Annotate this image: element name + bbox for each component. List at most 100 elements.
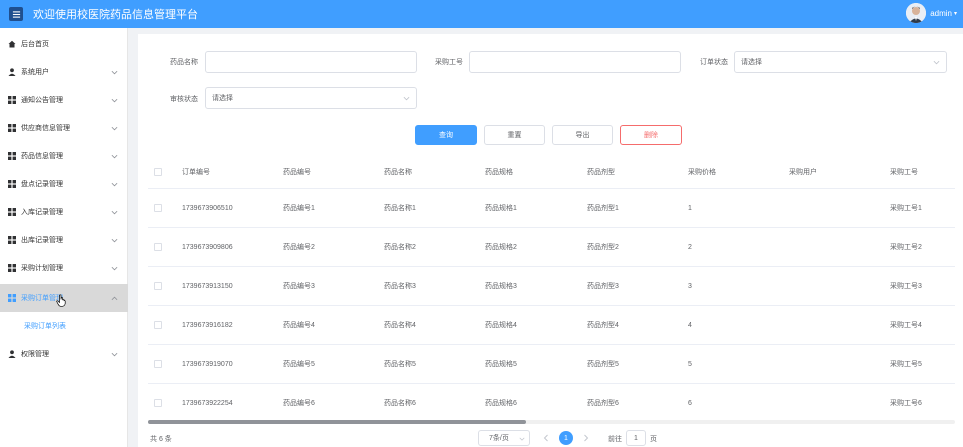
table-row[interactable]: 1739673916182 药品编号4 药品名称4 药品规格4 药品剂型4 4 … [148, 306, 955, 345]
table-row[interactable]: 1739673913150 药品编号3 药品名称3 药品规格3 药品剂型3 3 … [148, 267, 955, 306]
sidebar-item-label: 后台首页 [21, 41, 49, 48]
table-cell: 1739673913150 [182, 282, 233, 290]
table-cell: 药品规格5 [485, 361, 517, 368]
orders-table: 订单编号 药品编号 药品名称 药品规格 药品剂型 采购价格 采购用户 采购工号 … [148, 156, 955, 414]
chevron-down-icon [933, 60, 940, 65]
query-button[interactable]: 查询 [415, 125, 477, 145]
sidebar-item-home[interactable]: 后台首页 [0, 30, 128, 58]
column-header: 药品编号 [283, 169, 311, 176]
table-cell: 药品编号1 [283, 205, 315, 212]
chevron-up-icon [111, 296, 118, 300]
goto-suffix: 页 [650, 436, 657, 443]
row-checkbox[interactable] [154, 204, 162, 212]
table-cell: 药品名称1 [384, 205, 416, 212]
table-cell: 药品剂型2 [587, 244, 619, 251]
sidebar-item-notice[interactable]: 通知公告管理 [0, 86, 128, 114]
table-cell: 药品名称3 [384, 283, 416, 290]
chevron-down-icon [111, 98, 118, 102]
table-cell: 1739673919070 [182, 360, 233, 368]
grid-icon [8, 96, 16, 104]
sidebar-subitem-purchase-order-list[interactable]: 采购订单列表 [0, 312, 128, 340]
table-cell: 药品编号5 [283, 361, 315, 368]
row-select-cell [154, 384, 162, 414]
chevron-down-icon [111, 238, 118, 242]
drug-name-input[interactable] [205, 51, 417, 73]
menu-toggle-button[interactable] [9, 7, 23, 21]
column-header: 采购价格 [688, 169, 716, 176]
grid-icon [8, 208, 16, 216]
user-avatar-icon [906, 3, 927, 23]
sidebar-item-system-users[interactable]: 系统用户 [0, 58, 128, 86]
page-size-select[interactable]: 7条/页 [478, 430, 530, 446]
table-row[interactable]: 1739673922254 药品编号6 药品名称6 药品规格6 药品剂型6 6 … [148, 384, 955, 414]
table-cell: 采购工号3 [890, 283, 922, 290]
sidebar-item-stock-in[interactable]: 入库记录管理 [0, 198, 128, 226]
table-cell: 6 [688, 399, 692, 407]
sidebar-item-supplier[interactable]: 供应商信息管理 [0, 114, 128, 142]
row-checkbox[interactable] [154, 282, 162, 290]
goto-page-input[interactable] [626, 430, 646, 446]
select-all-checkbox[interactable] [154, 168, 162, 176]
row-checkbox[interactable] [154, 243, 162, 251]
grid-icon [8, 294, 16, 302]
sidebar-item-label: 系统用户 [21, 69, 49, 76]
export-button[interactable]: 导出 [552, 125, 613, 145]
user-icon [8, 68, 16, 76]
avatar[interactable] [906, 3, 927, 23]
grid-icon [8, 152, 16, 160]
table-row[interactable]: 1739673919070 药品编号5 药品名称5 药品规格5 药品剂型5 5 … [148, 345, 955, 384]
table-cell: 3 [688, 282, 692, 290]
table-cell: 药品名称6 [384, 400, 416, 407]
table-cell: 药品规格6 [485, 400, 517, 407]
grid-icon [8, 264, 16, 272]
sidebar-item-purchase-order[interactable]: 采购订单管理 [0, 284, 128, 312]
sidebar-item-stock-out[interactable]: 出库记录管理 [0, 226, 128, 254]
sidebar-item-permissions[interactable]: 权限管理 [0, 340, 128, 368]
table-cell: 药品编号3 [283, 283, 315, 290]
chevron-down-icon [111, 266, 118, 270]
table-cell: 药品规格1 [485, 205, 517, 212]
row-checkbox[interactable] [154, 360, 162, 368]
table-cell: 药品剂型3 [587, 283, 619, 290]
chevron-left-icon[interactable] [542, 434, 550, 442]
user-icon [8, 350, 16, 358]
scrollbar-thumb[interactable] [148, 420, 526, 424]
column-header: 采购工号 [890, 169, 918, 176]
chevron-down-icon [111, 126, 118, 130]
page-size-value: 7条/页 [489, 435, 509, 442]
chevron-down-icon [111, 210, 118, 214]
table-cell: 1739673909806 [182, 243, 233, 251]
user-menu[interactable]: admin ▾ [906, 3, 957, 23]
username: admin [930, 8, 952, 18]
table-cell: 1739673916182 [182, 321, 233, 329]
page-number-current[interactable]: 1 [559, 431, 573, 445]
table-cell: 药品编号2 [283, 244, 315, 251]
dropdown-caret-icon: ▾ [953, 10, 957, 17]
chevron-right-icon[interactable] [582, 434, 590, 442]
delete-button[interactable]: 删除 [620, 125, 682, 145]
column-header: 药品规格 [485, 169, 513, 176]
chevron-down-icon [519, 437, 525, 441]
sidebar-item-drug-info[interactable]: 药品信息管理 [0, 142, 128, 170]
pagination: 共 6 条 7条/页 1 前往 页 [148, 430, 955, 447]
reset-button[interactable]: 重置 [484, 125, 545, 145]
review-status-select[interactable]: 请选择 [205, 87, 417, 109]
grid-icon [8, 124, 16, 132]
sidebar-item-purchase-plan[interactable]: 采购计划管理 [0, 254, 128, 282]
drug-name-label: 药品名称 [170, 59, 198, 66]
table-horizontal-scrollbar[interactable] [148, 420, 955, 424]
sidebar-item-label: 权限管理 [21, 351, 49, 358]
order-status-select[interactable]: 请选择 [734, 51, 947, 73]
table-cell: 药品名称4 [384, 322, 416, 329]
grid-icon [8, 236, 16, 244]
sidebar-item-inventory[interactable]: 盘点记录管理 [0, 170, 128, 198]
row-checkbox[interactable] [154, 321, 162, 329]
chevron-down-icon [111, 70, 118, 74]
row-checkbox[interactable] [154, 399, 162, 407]
table-cell: 药品名称2 [384, 244, 416, 251]
sidebar-item-label: 采购计划管理 [21, 265, 63, 272]
table-row[interactable]: 1739673906510 药品编号1 药品名称1 药品规格1 药品剂型1 1 … [148, 189, 955, 228]
purchase-no-input[interactable] [469, 51, 681, 73]
sidebar-item-label: 入库记录管理 [21, 209, 63, 216]
table-row[interactable]: 1739673909806 药品编号2 药品名称2 药品规格2 药品剂型2 2 … [148, 228, 955, 267]
